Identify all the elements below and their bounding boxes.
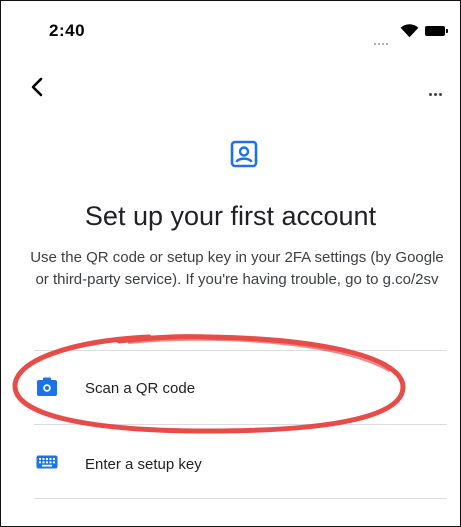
scan-qr-code-option[interactable]: Scan a QR code: [34, 351, 447, 425]
status-time: 2:40: [49, 21, 86, 40]
back-button[interactable]: [27, 76, 49, 98]
more-horizontal-icon: [429, 93, 432, 96]
divider: [34, 498, 447, 499]
battery-icon: [425, 26, 448, 36]
enter-setup-key-option[interactable]: Enter a setup key: [34, 425, 447, 499]
keyboard-icon: [36, 455, 58, 469]
enter-setup-key-label: Enter a setup key: [85, 456, 202, 473]
phone-screen: 2:40 Set up your first account Use the Q…: [0, 0, 461, 527]
more-options-button[interactable]: [429, 83, 451, 96]
account-box-icon: [230, 140, 258, 168]
wifi-icon: [400, 24, 419, 38]
scan-qr-code-label: Scan a QR code: [85, 380, 196, 397]
setup-description: Use the QR code or setup key in your 2FA…: [30, 249, 444, 288]
camera-icon: [37, 377, 57, 396]
cellular-signal-icon: [374, 32, 394, 45]
status-bar: 2:40: [1, 1, 460, 61]
chevron-left-icon: [31, 77, 43, 97]
page-title: Set up your first account: [84, 201, 377, 231]
